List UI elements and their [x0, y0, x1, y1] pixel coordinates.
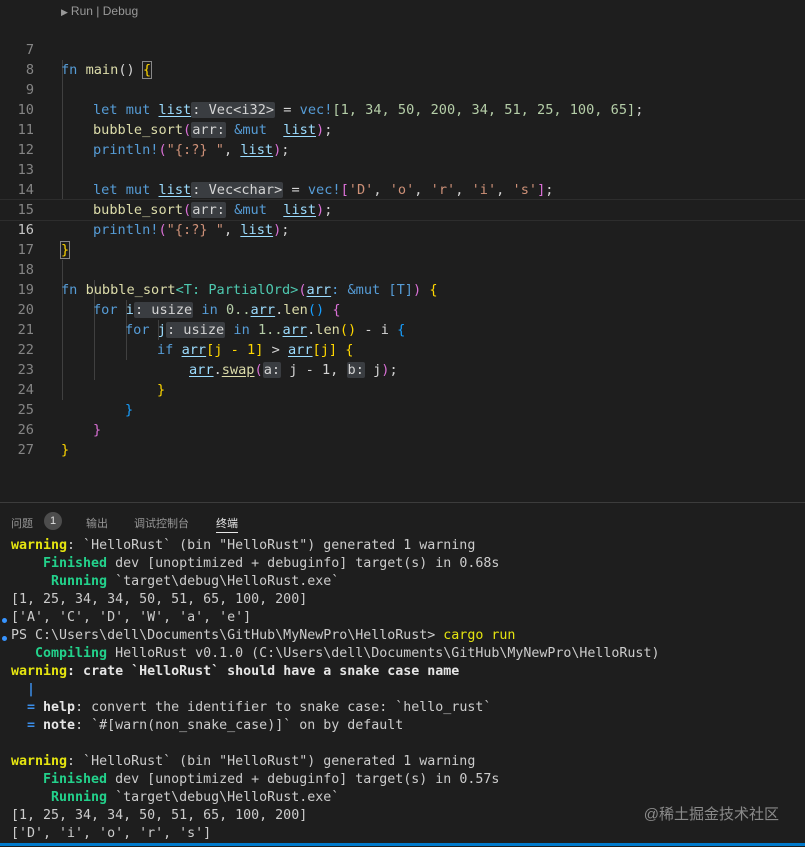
terminal-line: warning: `HelloRust` (bin "HelloRust") g… [11, 754, 476, 769]
watermark: @稀土掘金技术社区 [643, 806, 779, 823]
terminal-line: Finished dev [unoptimized + debuginfo] t… [11, 556, 500, 571]
problems-count-badge: 1 [44, 512, 62, 530]
code-line[interactable]: 25 } [0, 380, 805, 438]
terminal-line: Running `target\debug\HelloRust.exe` [11, 574, 340, 589]
codelens-run-debug[interactable]: ▶ Run | Debug [61, 4, 138, 20]
terminal-line: ['A', 'C', 'D', 'W', 'a', 'e'] [11, 610, 252, 625]
code-line[interactable]: 19 for i: usize in 0..arr.len() { [0, 260, 805, 318]
tab-terminal[interactable]: 终端 [216, 515, 238, 533]
tab-debug-console[interactable]: 调试控制台 [134, 515, 189, 531]
terminal-line: Compiling HelloRust v0.1.0 (C:\Users\del… [11, 646, 660, 661]
code-line[interactable]: 26 } [0, 400, 805, 458]
code-line[interactable]: 18 fn bubble_sort<T: PartialOrd>(arr: &m… [0, 240, 805, 298]
code-line[interactable]: 15 println!("{:?} ", list); [0, 180, 805, 238]
terminal-line: PS C:\Users\dell\Documents\GitHub\MyNewP… [11, 628, 516, 643]
terminal-line: = help: convert the identifier to snake … [11, 700, 492, 715]
terminal-output[interactable]: warning: `HelloRust` (bin "HelloRust") g… [11, 537, 801, 843]
panel-tabs: 问题 1 输出 调试控制台 终端 [0, 503, 805, 539]
code-line[interactable]: 11 println!("{:?} ", list); [0, 100, 805, 158]
code-line[interactable]: 23 } [0, 340, 805, 398]
code-line[interactable]: 22 arr.swap(a: j - 1, b: j); [0, 320, 805, 378]
code-line[interactable]: 20 for j: usize in 1..arr.len() - i { [0, 280, 805, 338]
terminal-line: Finished dev [unoptimized + debuginfo] t… [11, 772, 500, 787]
code-editor[interactable]: ▶ Run | Debug 7 fn main() { 8 9 let mut l… [0, 0, 805, 502]
code-line-current[interactable]: 16 } [0, 199, 805, 259]
code-line[interactable]: 9 let mut list: Vec<i32> = vec![1, 34, 5… [0, 60, 805, 118]
code-line[interactable]: 27 [0, 420, 805, 458]
tab-output[interactable]: 输出 [86, 515, 108, 531]
code-line[interactable]: 7 fn main() { [0, 20, 805, 79]
terminal-line: = note: `#[warn(non_snake_case)]` on by … [11, 718, 404, 733]
terminal-line: [1, 25, 34, 34, 50, 51, 65, 100, 200] [11, 592, 308, 607]
codelens-separator: | [96, 4, 100, 18]
code-line[interactable]: 10 bubble_sort(arr: &mut list); [0, 80, 805, 138]
terminal-line: | [11, 682, 36, 697]
play-icon[interactable]: ▶ [61, 7, 68, 17]
code-line[interactable]: 21 if arr[j - 1] > arr[j] { [0, 300, 805, 358]
bottom-panel: 问题 1 输出 调试控制台 终端 warning: `HelloRust` (b… [0, 502, 805, 847]
code-line[interactable]: 14 bubble_sort(arr: &mut list); [0, 160, 805, 218]
line-number: 27 [17, 442, 34, 458]
code-line[interactable]: 24 } [0, 360, 805, 418]
code-line[interactable]: 17 [0, 220, 805, 258]
command-decoration-icon[interactable] [2, 618, 7, 623]
terminal-line: warning: `HelloRust` (bin "HelloRust") g… [11, 538, 476, 553]
terminal-line: ['D', 'i', 'o', 'r', 's'] [11, 826, 212, 841]
debug-link[interactable]: Debug [103, 4, 138, 18]
code-line[interactable]: 8 [0, 40, 805, 78]
code-line[interactable]: 12 [0, 120, 805, 158]
terminal-line: warning: crate `HelloRust` should have a… [11, 664, 460, 679]
command-decoration-icon[interactable] [2, 636, 7, 641]
code-text: } [61, 442, 70, 458]
run-link[interactable]: Run [71, 4, 93, 18]
code-line[interactable]: 13 let mut list: Vec<char> = vec!['D', '… [0, 140, 805, 198]
tab-problems[interactable]: 问题 [11, 515, 33, 531]
